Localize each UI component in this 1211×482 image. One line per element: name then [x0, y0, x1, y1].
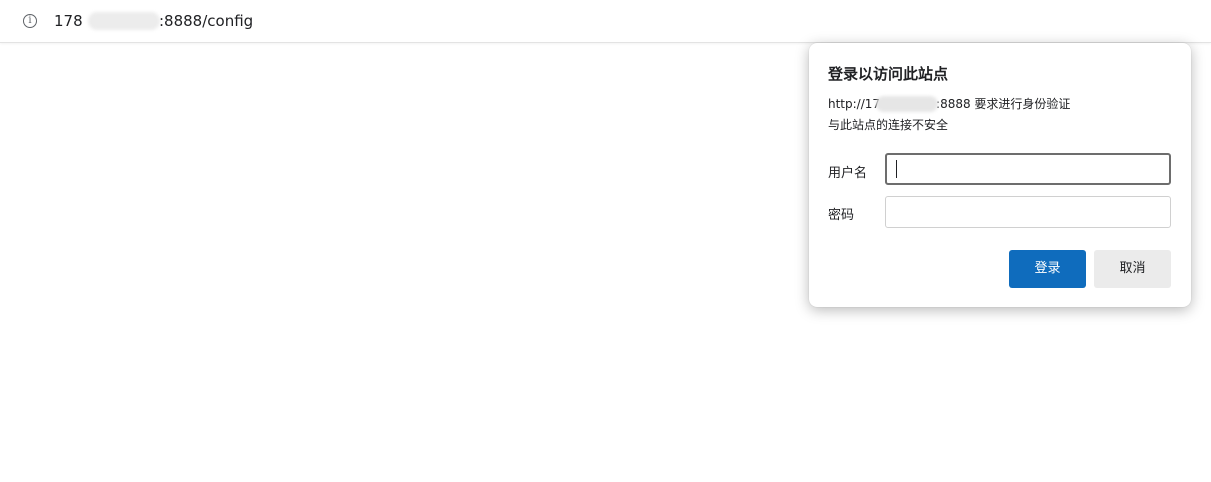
url-text-prefix[interactable]: 178: [54, 12, 83, 30]
sign-in-dialog: 登录以访问此站点 http://17 :8888 要求进行身份验证 与此站点的连接…: [809, 43, 1191, 307]
info-icon[interactable]: i: [23, 14, 37, 28]
connection-warning: 与此站点的连接不安全: [828, 118, 949, 132]
dialog-url-redaction: [876, 96, 939, 112]
url-text-suffix[interactable]: :8888/config: [159, 12, 253, 30]
dialog-url-prefix: http://17: [828, 97, 881, 111]
login-button[interactable]: 登录: [1009, 250, 1086, 288]
text-caret: [896, 160, 897, 178]
dialog-title: 登录以访问此站点: [828, 65, 949, 83]
cancel-button[interactable]: 取消: [1094, 250, 1171, 288]
password-label: 密码: [828, 208, 855, 223]
dialog-auth-message: http://17 :8888 要求进行身份验证: [828, 96, 1070, 112]
address-bar[interactable]: i 178 :8888/config: [0, 0, 1211, 43]
username-label: 用户名: [828, 166, 868, 181]
url-redaction: [88, 12, 160, 30]
dialog-url-suffix: :8888 要求进行身份验证: [936, 97, 1071, 111]
username-input[interactable]: [885, 153, 1171, 185]
password-input[interactable]: [885, 196, 1171, 228]
